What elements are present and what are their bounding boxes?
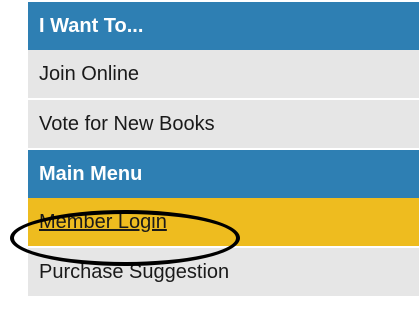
section-header-main-menu: Main Menu [28, 150, 419, 198]
menu-item-purchase-suggestion[interactable]: Purchase Suggestion [28, 248, 419, 298]
section-header-i-want-to: I Want To... [28, 2, 419, 50]
menu-item-member-login[interactable]: Member Login [28, 198, 419, 248]
menu-item-label: Purchase Suggestion [39, 260, 230, 283]
menu-item-label: Vote for New Books [39, 112, 215, 135]
menu-item-label[interactable]: Member Login [39, 211, 167, 234]
menu-item-join-online[interactable]: Join Online [28, 50, 419, 100]
section-header-label: I Want To... [39, 14, 144, 37]
sidebar-menu: I Want To... Join Online Vote for New Bo… [28, 2, 419, 298]
menu-item-vote-for-new-books[interactable]: Vote for New Books [28, 100, 419, 150]
section-header-label: Main Menu [39, 162, 143, 185]
menu-item-label: Join Online [39, 62, 140, 85]
